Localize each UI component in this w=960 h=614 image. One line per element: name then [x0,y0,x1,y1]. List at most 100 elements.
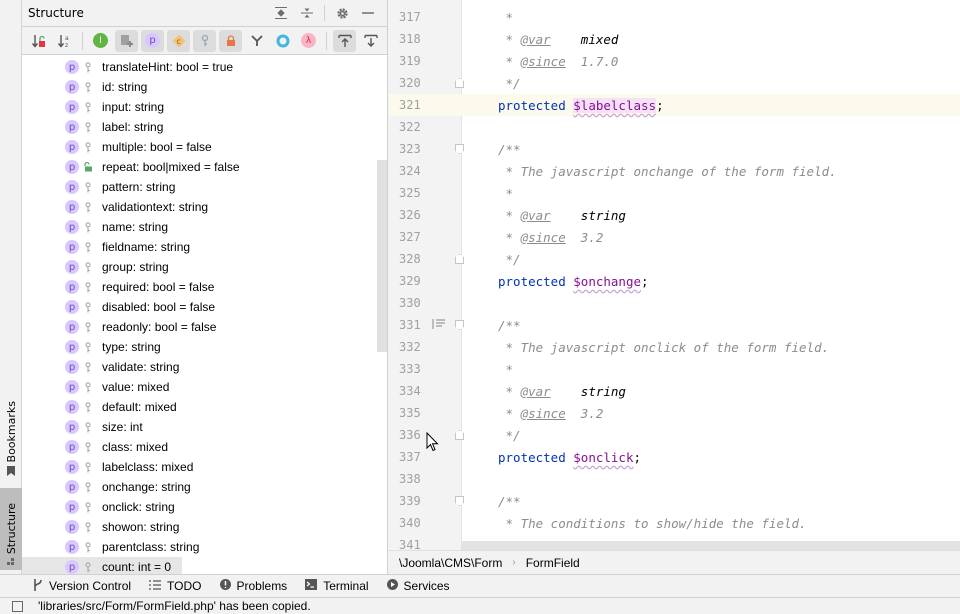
fold-start-icon[interactable] [455,320,464,330]
line-number[interactable]: 320 [389,76,449,90]
line-number[interactable]: 325 [389,186,449,200]
show-constants-icon[interactable]: c [167,29,190,52]
render-doc-icon[interactable] [432,318,445,332]
line-number[interactable]: 324 [389,164,449,178]
structure-item[interactable]: p multiple: bool = false [22,137,387,157]
line-number[interactable]: 336 [389,428,449,442]
line-number[interactable]: 333 [389,362,449,376]
structure-item[interactable]: p label: string [22,117,387,137]
fold-end-icon[interactable] [455,254,464,264]
code-token: @since [520,229,566,245]
property-icon: p [65,460,79,474]
structure-item[interactable]: p pattern: string [22,177,387,197]
fold-end-icon[interactable] [455,78,464,88]
line-number[interactable]: 335 [389,406,449,420]
code-text: * [498,10,514,25]
code-editor[interactable]: 317 * 318 * @var mixed 319 * @since 1.7.0 3… [389,0,960,550]
collapse-all-icon[interactable] [294,3,320,23]
line-number[interactable]: 321 [389,98,449,112]
structure-item[interactable]: p count: int = 0 [22,557,182,574]
line-number[interactable]: 330 [389,296,449,310]
code-token: @since [520,53,566,69]
structure-item[interactable]: p disabled: bool = false [22,297,387,317]
structure-item[interactable]: p default: mixed [22,397,387,417]
property-icon: p [65,340,79,354]
structure-panel: Structure az I p c λ p translateHint: bo… [22,0,388,574]
show-properties-icon[interactable]: p [141,29,164,52]
show-inherited-icon[interactable]: I [89,30,112,52]
structure-item[interactable]: p labelclass: mixed [22,457,387,477]
show-lambdas-icon[interactable]: λ [297,30,320,52]
todo-button[interactable]: TODO [149,579,202,593]
editor-horizontal-scrollbar[interactable] [462,541,960,550]
structure-item[interactable]: p onchange: string [22,477,387,497]
structure-item[interactable]: p type: string [22,337,387,357]
todo-icon [149,579,162,593]
line-number[interactable]: 323 [389,142,449,156]
show-includes-icon[interactable] [115,29,138,52]
services-button[interactable]: Services [386,579,450,593]
services-label: Services [403,579,450,593]
show-fields-icon[interactable] [193,29,216,52]
line-number[interactable]: 339 [389,494,449,508]
show-interfaces-icon[interactable] [271,30,294,52]
structure-item[interactable]: p class: mixed [22,437,387,457]
breadcrumb-class[interactable]: FormField [526,556,580,570]
structure-item[interactable]: p translateHint: bool = true [22,57,387,77]
show-non-public-icon[interactable] [219,29,242,52]
line-number[interactable]: 341 [389,538,449,550]
line-number[interactable]: 337 [389,450,449,464]
line-number[interactable]: 326 [389,208,449,222]
line-number[interactable]: 318 [389,32,449,46]
structure-item[interactable]: p readonly: bool = false [22,317,387,337]
line-number[interactable]: 332 [389,340,449,354]
structure-item[interactable]: p value: mixed [22,377,387,397]
line-number[interactable]: 327 [389,230,449,244]
minimize-icon[interactable] [355,3,381,23]
structure-item[interactable]: p name: string [22,217,387,237]
structure-item[interactable]: p onclick: string [22,497,387,517]
toggle-tool-windows-icon[interactable] [12,600,23,612]
show-traits-icon[interactable] [245,30,268,52]
sort-by-visibility-icon[interactable] [27,30,50,52]
terminal-button[interactable]: Terminal [305,579,369,593]
line-number[interactable]: 319 [389,54,449,68]
gear-icon[interactable] [329,3,355,23]
line-number[interactable]: 340 [389,516,449,530]
line-number[interactable]: 317 [389,10,449,24]
line-number[interactable]: 334 [389,384,449,398]
structure-tool-button[interactable]: Structure [0,488,22,570]
structure-item[interactable]: p showon: string [22,517,387,537]
bookmarks-tool-button[interactable]: Bookmarks [0,400,22,480]
autoscroll-from-source-icon[interactable] [359,30,382,52]
code-token: string [580,207,626,223]
sort-alphabetically-icon[interactable]: az [53,30,76,52]
expand-all-icon[interactable] [268,3,294,23]
structure-item[interactable]: p input: string [22,97,387,117]
structure-item[interactable]: p group: string [22,257,387,277]
structure-item-label: class: mixed [102,440,169,454]
structure-item[interactable]: p id: string [22,77,387,97]
fold-end-icon[interactable] [455,430,464,440]
line-number[interactable]: 328 [389,252,449,266]
fold-start-icon[interactable] [455,496,464,506]
autoscroll-to-source-icon[interactable] [333,29,356,52]
structure-item[interactable]: p required: bool = false [22,277,387,297]
version-control-button[interactable]: Version Control [33,578,131,594]
property-icon: p [65,160,79,174]
line-number[interactable]: 329 [389,274,449,288]
tree-scrollbar[interactable] [377,160,387,352]
line-number[interactable]: 338 [389,472,449,486]
structure-item[interactable]: p validationtext: string [22,197,387,217]
fold-start-icon[interactable] [455,144,464,154]
structure-item[interactable]: p parentclass: string [22,537,387,557]
structure-item[interactable]: p repeat: bool|mixed = false [22,157,387,177]
code-line: 317 * [389,6,960,28]
structure-item[interactable]: p validate: string [22,357,387,377]
code-text: protected $onclick; [498,450,641,465]
structure-item[interactable]: p size: int [22,417,387,437]
breadcrumb-namespace[interactable]: \Joomla\CMS\Form [399,556,502,570]
problems-button[interactable]: Problems [219,579,287,593]
line-number[interactable]: 322 [389,120,449,134]
structure-item[interactable]: p fieldname: string [22,237,387,257]
